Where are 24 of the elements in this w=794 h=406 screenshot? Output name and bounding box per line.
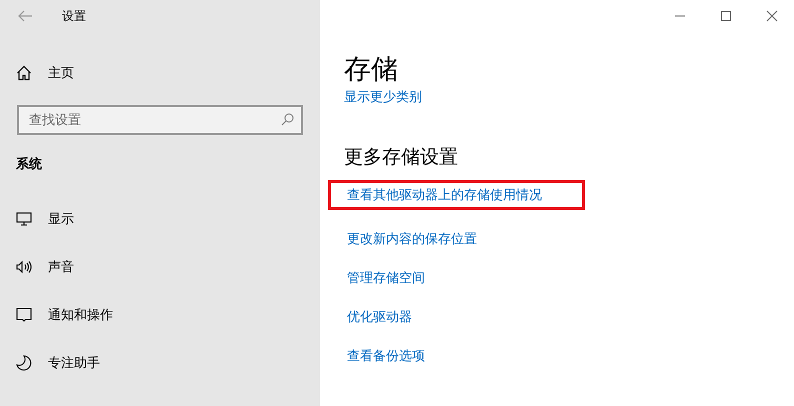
nav-item[interactable]: 通知和操作: [0, 291, 320, 339]
nav-item[interactable]: 专注助手: [0, 339, 320, 387]
search-field[interactable]: 查找设置: [17, 105, 303, 135]
link[interactable]: 查看其他驱动器上的存储使用情况: [328, 180, 585, 210]
nav-item[interactable]: 声音: [0, 243, 320, 291]
window-title: 设置: [62, 8, 86, 24]
link[interactable]: 查看备份选项: [328, 336, 442, 375]
speaker-icon: [16, 259, 32, 275]
message-icon: [16, 307, 32, 323]
link[interactable]: 显示更少类别: [344, 90, 422, 106]
moon-icon: [16, 355, 32, 371]
monitor-icon: [16, 211, 32, 227]
close-icon[interactable]: [766, 10, 778, 22]
section-heading: 系统: [16, 156, 43, 173]
nav-item[interactable]: 显示: [0, 195, 320, 243]
home-icon: [16, 65, 32, 81]
maximize-icon[interactable]: [720, 10, 732, 22]
link[interactable]: 管理存储空间: [328, 258, 442, 297]
section-heading: 更多存储设置: [344, 145, 459, 170]
page-title: 存储: [344, 53, 398, 87]
search-icon: [281, 113, 294, 126]
link[interactable]: 更改新内容的保存位置: [328, 219, 494, 258]
home-nav-item[interactable]: 主页: [0, 49, 320, 97]
link[interactable]: 优化驱动器: [328, 297, 429, 336]
